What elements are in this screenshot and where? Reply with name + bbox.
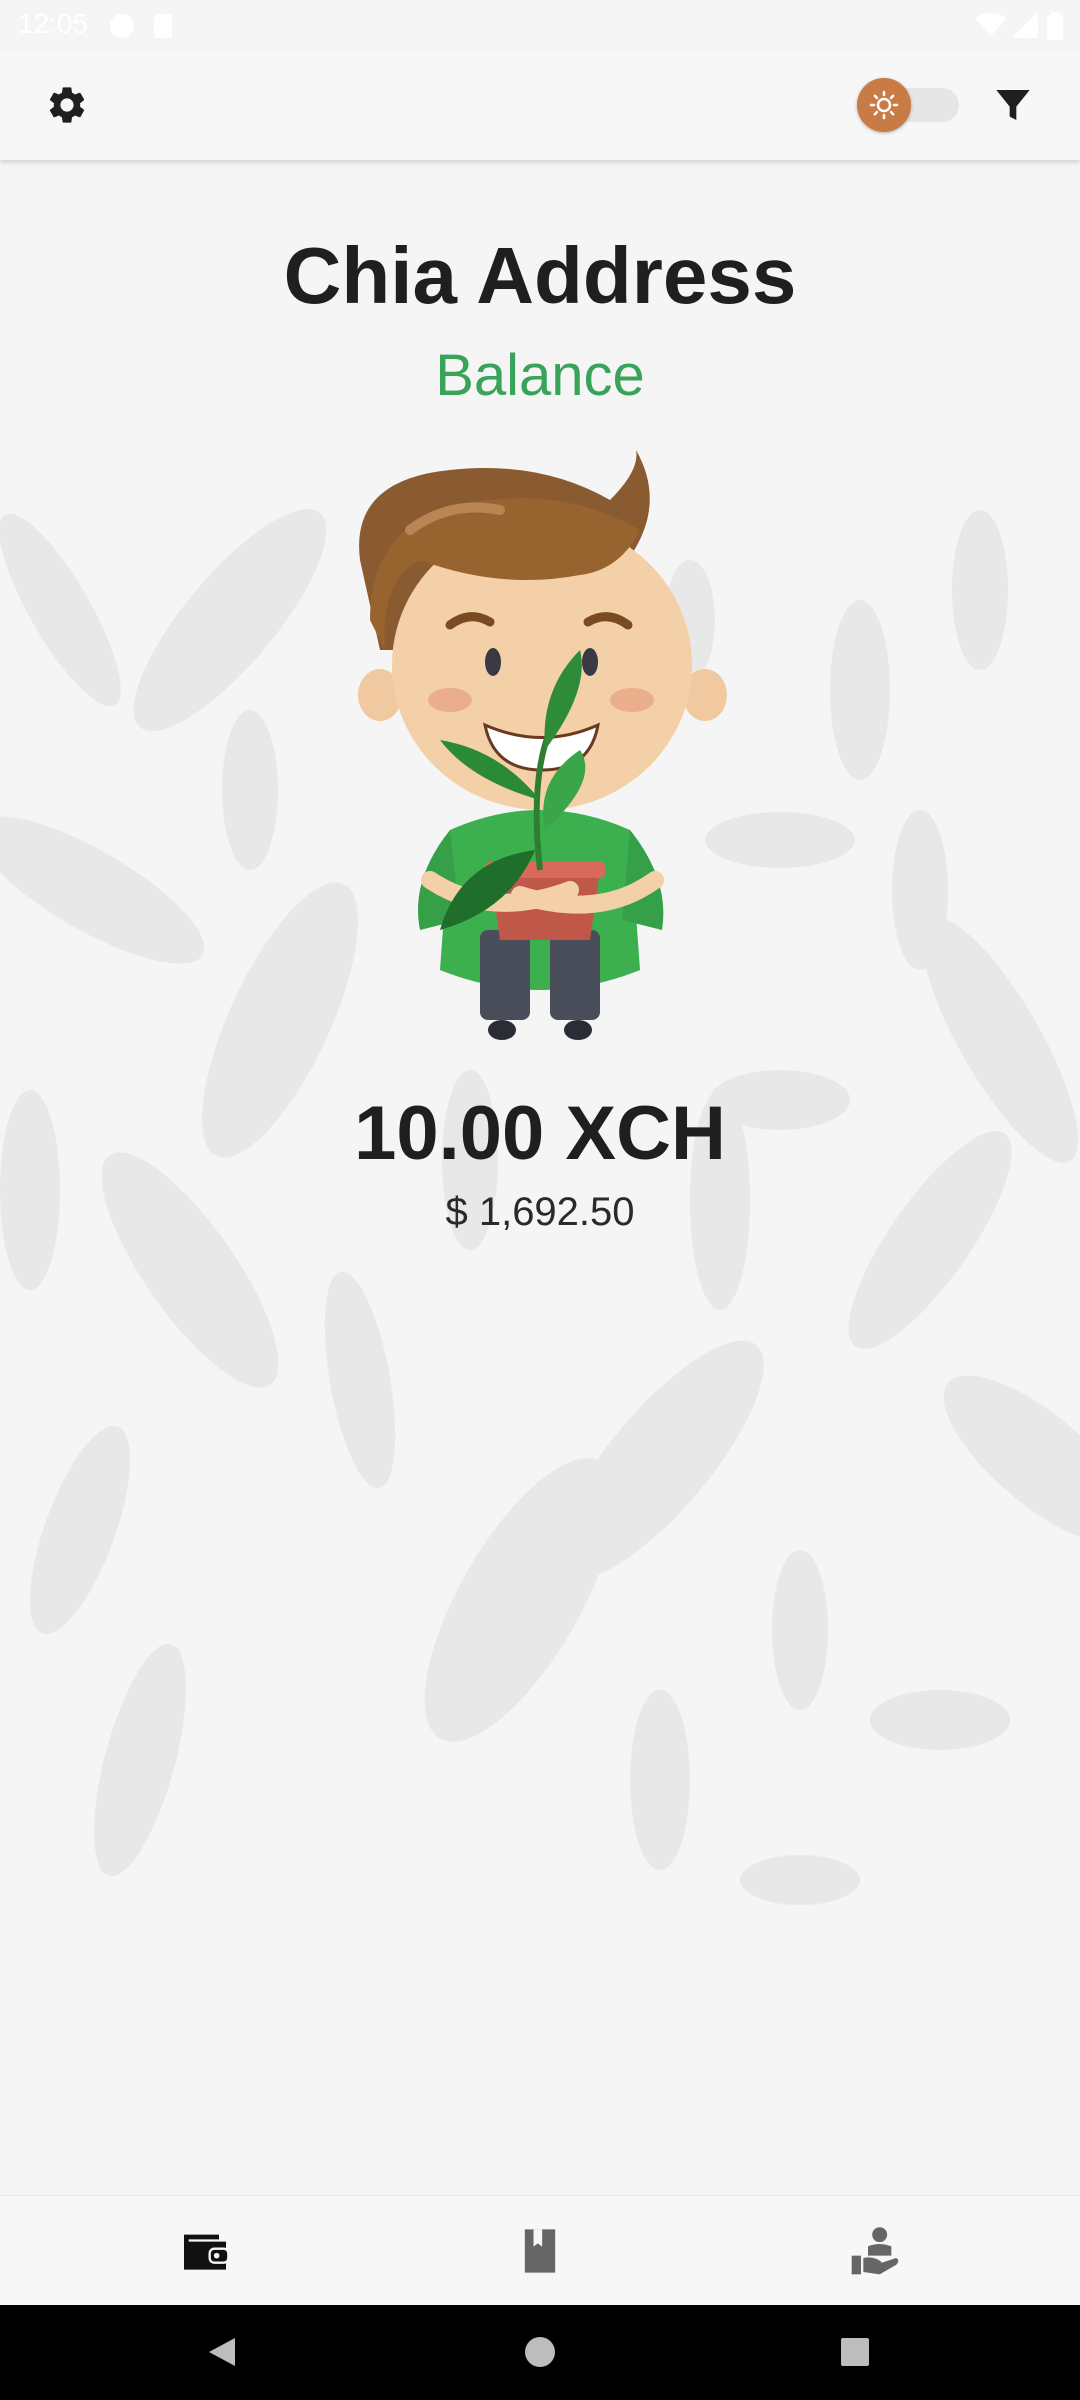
farmer-mascot-illustration [358, 450, 727, 1040]
home-circle-icon [525, 2337, 555, 2367]
sd-card-icon [154, 14, 172, 38]
theme-toggle-thumb [857, 78, 911, 132]
signal-icon [1012, 12, 1038, 38]
nav-bookmarks[interactable] [505, 2216, 575, 2286]
recents-square-icon [841, 2338, 869, 2366]
notification-icon [110, 14, 134, 38]
filter-button[interactable] [978, 70, 1048, 140]
bottom-navigation [0, 2195, 1080, 2305]
system-recents-button[interactable] [830, 2327, 880, 2377]
nav-support[interactable] [840, 2216, 910, 2286]
balance-screen: Chia Address Balance 10.00 XCH $ 1,692.5… [0, 160, 1080, 2195]
gear-icon [49, 87, 85, 123]
theme-toggle[interactable] [855, 78, 965, 132]
status-bar: 12:05 [0, 0, 1080, 50]
support-hand-icon [851, 2227, 899, 2275]
system-home-button[interactable] [515, 2327, 565, 2377]
bookmark-icon [524, 2229, 556, 2273]
filter-icon [996, 90, 1030, 120]
sun-icon [869, 90, 899, 120]
fiat-value: $ 1,692.50 [445, 1190, 635, 1234]
wallet-icon [184, 2234, 230, 2270]
status-time: 12:05 [18, 8, 89, 39]
nav-wallet[interactable] [170, 2216, 240, 2286]
battery-icon [1047, 12, 1063, 40]
app-bar [0, 50, 1080, 160]
system-navigation-bar [0, 2305, 1080, 2400]
system-back-button[interactable] [197, 2327, 247, 2377]
back-triangle-icon [209, 2338, 235, 2366]
page-title: Chia Address [283, 231, 797, 320]
page-subtitle: Balance [435, 343, 645, 408]
balance-amount: 10.00 XCH [354, 1091, 726, 1176]
settings-button[interactable] [32, 70, 102, 140]
wifi-icon [975, 13, 1007, 36]
